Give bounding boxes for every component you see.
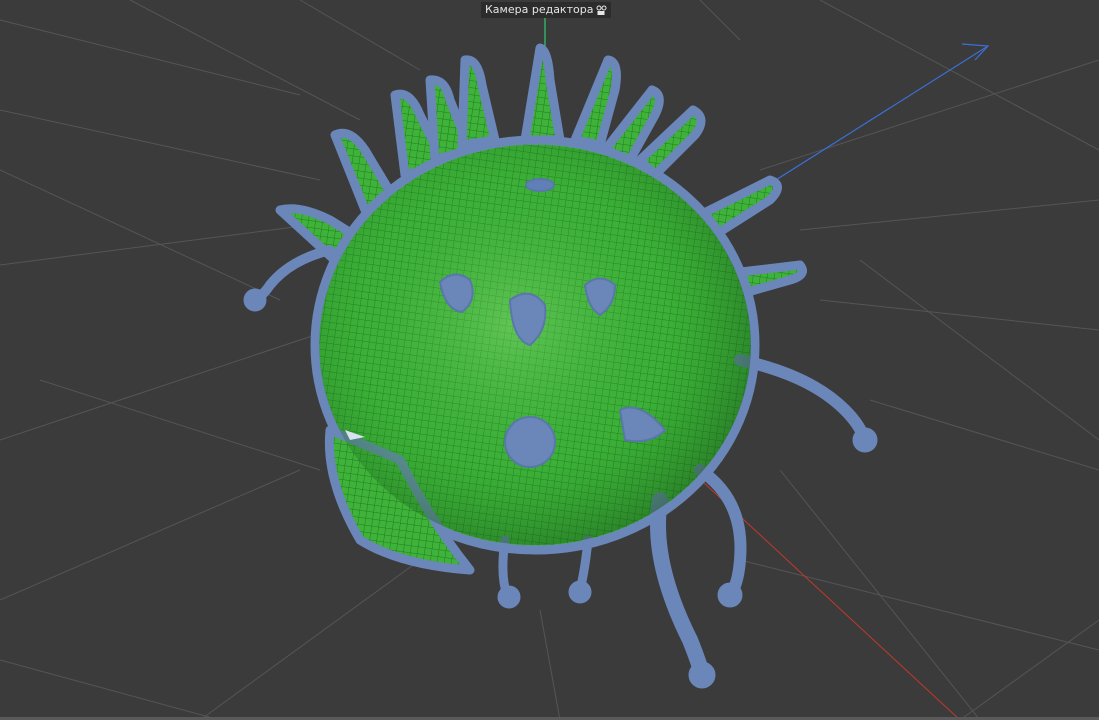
spike bbox=[457, 55, 500, 150]
top-pole bbox=[525, 178, 555, 192]
tentacle-tip bbox=[243, 288, 267, 312]
camera-menu[interactable]: Камера редактора bbox=[481, 2, 612, 18]
z-axis bbox=[759, 45, 989, 191]
camera-icon[interactable] bbox=[596, 5, 607, 16]
tentacle bbox=[694, 464, 747, 601]
tentacle bbox=[734, 354, 871, 446]
camera-label-text: Камера редактора bbox=[485, 3, 594, 16]
tentacle-tip bbox=[688, 661, 716, 689]
tentacle-tip bbox=[717, 582, 743, 608]
tentacle bbox=[650, 492, 710, 683]
viewport-scene[interactable] bbox=[0, 0, 1099, 720]
z-axis-arrow bbox=[961, 43, 990, 61]
mouth-hole bbox=[504, 416, 556, 468]
tentacle-tip bbox=[568, 580, 592, 604]
3d-viewport[interactable]: Камера редактора bbox=[0, 0, 1099, 720]
body-shading bbox=[319, 145, 751, 545]
tentacle-tip bbox=[497, 585, 521, 609]
tentacle-tip bbox=[852, 427, 878, 453]
spike bbox=[570, 55, 621, 150]
spike bbox=[520, 43, 565, 145]
